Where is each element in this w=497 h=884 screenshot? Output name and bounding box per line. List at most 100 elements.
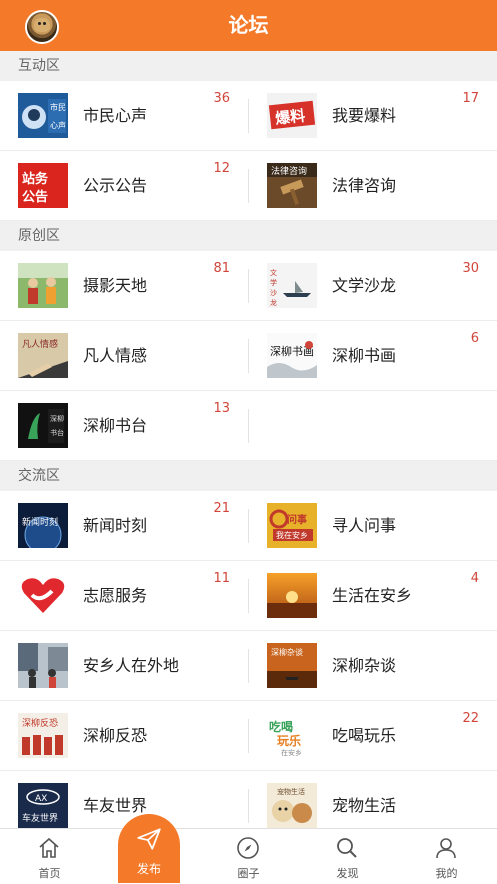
svg-text:新闻时刻: 新闻时刻	[22, 516, 58, 528]
falv-thumbnail: 法律咨询	[267, 163, 317, 208]
svg-text:凡人情感: 凡人情感	[22, 338, 58, 350]
forum-item-label: 志愿服务	[83, 586, 148, 605]
sheying-thumbnail	[18, 263, 68, 308]
baoliao-thumbnail: 爆料	[267, 93, 317, 138]
forum-item-xunren[interactable]: 问事我在安乡 寻人问事	[249, 491, 497, 561]
tab-label: 圈子	[237, 867, 260, 880]
forum-item-label: 法律咨询	[332, 176, 397, 195]
forum-item-zhiyuan[interactable]: 志愿服务 11	[0, 561, 248, 631]
section-header-exchange: 交流区	[0, 461, 497, 491]
forum-item-label: 公示公告	[83, 176, 148, 195]
page-title: 论坛	[228, 13, 269, 37]
zhanwu-thumbnail: 站务 公告	[18, 163, 68, 208]
forum-item-gongshi[interactable]: 站务公告 公示公告 12	[0, 151, 248, 221]
svg-text:问事: 问事	[287, 513, 307, 526]
svg-text:书台: 书台	[50, 428, 64, 437]
forum-item-sheying[interactable]: 摄影天地 81	[0, 251, 248, 321]
forum-item-label: 市民心声	[83, 106, 148, 125]
svg-text:市民: 市民	[50, 102, 66, 112]
svg-text:深柳杂谈: 深柳杂谈	[271, 647, 303, 657]
svg-text:在安乡: 在安乡	[281, 748, 302, 757]
tab-home[interactable]: 首页	[0, 829, 99, 884]
post-count-badge: 36	[213, 91, 230, 106]
forum-item-fanren[interactable]: 凡人情感 凡人情感	[0, 321, 248, 391]
forum-item-label: 生活在安乡	[332, 586, 413, 605]
forum-item-shuhua[interactable]: 深柳书画 深柳书画 6	[249, 321, 497, 391]
shutai-thumbnail: 深柳 书台	[18, 403, 68, 448]
cheyou-thumbnail: AX 车友世界	[18, 783, 68, 828]
post-count-badge: 6	[470, 331, 479, 346]
tab-circle[interactable]: 圈子	[199, 829, 298, 884]
shuhua-thumbnail: 深柳书画	[267, 333, 317, 378]
forum-item-chihe[interactable]: 吃喝 玩乐 在安乡 吃喝玩乐 22	[249, 701, 497, 771]
svg-text:龙: 龙	[270, 298, 277, 307]
search-icon	[337, 838, 357, 858]
forum-item-wenxue[interactable]: 文学沙龙 文学沙龙 30	[249, 251, 497, 321]
forum-item-label: 文学沙龙	[332, 276, 397, 295]
publish-button[interactable]: 发布	[118, 814, 180, 883]
svg-text:玩乐: 玩乐	[277, 733, 301, 748]
svg-text:站务: 站务	[22, 171, 49, 187]
forum-row: 深柳 书台 深柳书台 13	[0, 391, 497, 461]
forum-item-label: 安乡人在外地	[83, 656, 180, 675]
post-count-badge: 81	[213, 261, 230, 276]
bottom-tab-bar: 首页 圈子 发现 我的	[0, 828, 497, 883]
zatan-thumbnail: 深柳杂谈	[267, 643, 317, 688]
compass-icon	[237, 837, 259, 859]
fankong-thumbnail: 深柳反恐	[18, 713, 68, 758]
svg-text:深柳: 深柳	[50, 414, 64, 423]
forum-row: 市民 心声 市民心声 36 爆料 我要爆料 17	[0, 81, 497, 151]
svg-text:车友世界: 车友世界	[22, 812, 58, 824]
forum-item-label: 深柳书台	[83, 416, 148, 435]
forum-item-label: 摄影天地	[83, 276, 148, 295]
chongwu-thumbnail: 宠物生活	[267, 783, 317, 828]
forum-item-label: 凡人情感	[83, 346, 148, 365]
svg-text:公告: 公告	[22, 189, 48, 205]
sunset-thumbnail	[267, 573, 317, 618]
forum-item-shenghuo[interactable]: 生活在安乡 4	[249, 561, 497, 631]
post-count-badge: 4	[470, 571, 479, 586]
svg-text:爆料: 爆料	[274, 107, 306, 128]
forum-item-label: 深柳杂谈	[332, 656, 397, 675]
forum-row: 站务公告 公示公告 12 法律咨询 法律咨询	[0, 151, 497, 221]
forum-item-shimin[interactable]: 市民 心声 市民心声 36	[0, 81, 248, 151]
divider	[248, 409, 249, 443]
forum-item-baoliao[interactable]: 爆料 我要爆料 17	[249, 81, 497, 151]
forum-row: 安乡人在外地 深柳杂谈 深柳杂谈	[0, 631, 497, 701]
xunren-thumbnail: 问事我在安乡	[267, 503, 317, 548]
tab-label: 发现	[336, 867, 359, 880]
svg-text:AX: AX	[35, 794, 47, 804]
svg-text:吃喝: 吃喝	[269, 719, 293, 734]
svg-text:我在安乡: 我在安乡	[276, 530, 308, 540]
post-count-badge: 11	[213, 571, 230, 586]
tab-label: 首页	[38, 867, 61, 880]
chihe-thumbnail: 吃喝 玩乐 在安乡	[267, 713, 317, 758]
svg-text:文: 文	[270, 268, 277, 277]
forum-item-label: 寻人问事	[332, 516, 397, 535]
svg-text:宠物生活: 宠物生活	[277, 787, 305, 796]
tab-discover[interactable]: 发现	[298, 829, 397, 884]
forum-row: 摄影天地 81 文学沙龙 文学沙龙 30	[0, 251, 497, 321]
forum-item-label: 我要爆料	[332, 106, 397, 125]
tab-label: 我的	[435, 867, 458, 880]
post-count-badge: 22	[462, 711, 479, 726]
post-count-badge: 17	[462, 91, 479, 106]
post-count-badge: 12	[213, 161, 230, 176]
forum-row: 新闻时刻 新闻时刻 21 问事我在安乡 寻人问事	[0, 491, 497, 561]
post-count-badge: 30	[462, 261, 479, 276]
forum-row: 凡人情感 凡人情感 深柳书画 深柳书画 6	[0, 321, 497, 391]
tab-mine[interactable]: 我的	[397, 829, 496, 884]
svg-text:心声: 心声	[50, 120, 66, 130]
forum-item-xinwen[interactable]: 新闻时刻 新闻时刻 21	[0, 491, 248, 561]
forum-item-shutai[interactable]: 深柳 书台 深柳书台 13	[0, 391, 248, 461]
forum-item-falv[interactable]: 法律咨询 法律咨询	[249, 151, 497, 221]
forum-row: 深柳反恐 深柳反恐 吃喝 玩乐 在安乡 吃喝玩乐 22	[0, 701, 497, 771]
forum-item-label: 深柳反恐	[83, 726, 148, 745]
forum-item-fankong[interactable]: 深柳反恐 深柳反恐	[0, 701, 248, 771]
svg-text:学: 学	[270, 278, 277, 287]
forum-item-waidi[interactable]: 安乡人在外地	[0, 631, 248, 701]
forum-item-zatan[interactable]: 深柳杂谈 深柳杂谈	[249, 631, 497, 701]
heart-hand-icon	[18, 573, 68, 618]
svg-text:法律咨询: 法律咨询	[271, 165, 307, 177]
fanren-thumbnail: 凡人情感	[18, 333, 68, 378]
